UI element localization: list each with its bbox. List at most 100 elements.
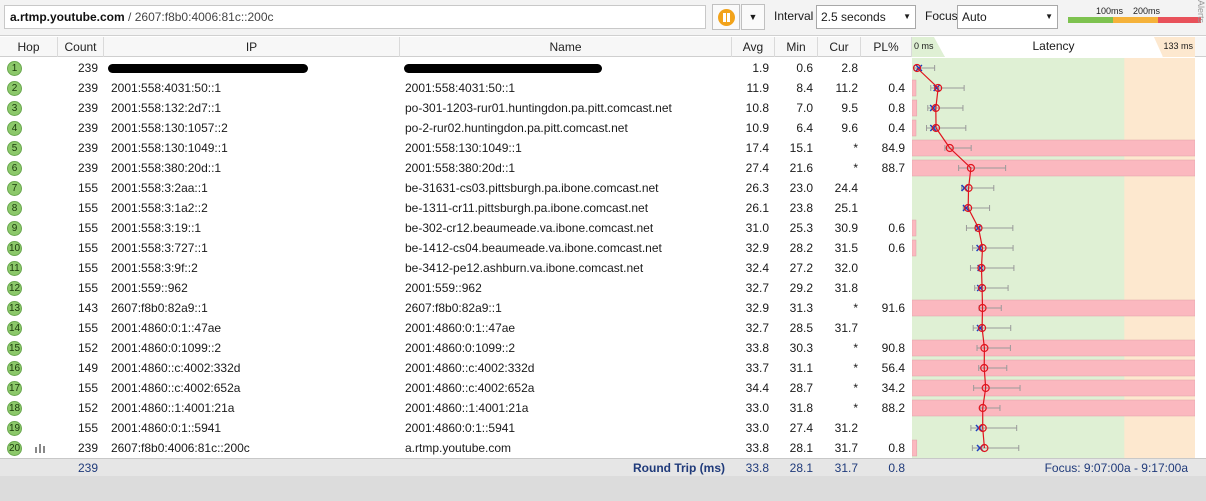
hop-ip: 2001:558:130:1049::1: [111, 141, 228, 155]
hop-number-badge: 7: [7, 181, 22, 196]
hop-name: 2001:558:380:20d::1: [405, 161, 516, 175]
hop-packet-loss: 34.2: [881, 381, 905, 395]
col-cur[interactable]: Cur: [818, 37, 861, 57]
focus-label: Focus: [925, 9, 958, 23]
hop-number-badge: 14: [7, 321, 22, 336]
pause-button[interactable]: [712, 4, 740, 30]
col-count[interactable]: Count: [58, 37, 104, 57]
hop-packet-loss: 88.2: [881, 401, 905, 415]
hop-packet-loss: [861, 178, 905, 198]
hop-packet-loss: [861, 58, 905, 78]
hop-cur: 31.2: [834, 421, 858, 435]
table-row[interactable]: 19 155 2001:4860:0:1::5941 2001:4860:0:1::5…: [0, 418, 912, 438]
hop-name: 2001:4860:0:1::5941: [405, 421, 516, 435]
col-latency[interactable]: 0 ms Latency 133 ms: [912, 37, 1195, 57]
table-row[interactable]: 6 239 2001:558:380:20d::1 2001:558:380:20d:…: [0, 158, 912, 178]
table-row[interactable]: 18 152 2001:4860::1:4001:21a 2001:4860::1:4…: [0, 398, 912, 418]
pause-icon: [717, 8, 735, 26]
options-dropdown-button[interactable]: ▼: [741, 4, 765, 30]
interval-label: Interval: [774, 9, 814, 23]
hop-name: 2607:f8b0:82a9::1: [405, 301, 502, 315]
col-name[interactable]: Name: [400, 37, 732, 57]
hop-count: 155: [77, 281, 98, 295]
hop-ip: 2001:4860:0:1099::2: [111, 341, 222, 355]
interval-select[interactable]: 2.5 seconds ▼: [816, 5, 916, 29]
focus-select[interactable]: Auto ▼: [957, 5, 1058, 29]
table-row[interactable]: 4 239 2001:558:130:1057::2 po-2-rur02.hunti…: [0, 118, 912, 138]
latency-max-label: 133 ms: [1163, 41, 1193, 51]
hop-avg: 31.0: [745, 221, 769, 235]
table-row[interactable]: 9 155 2001:558:3:19::1 be-302-cr12.beaumead…: [0, 218, 912, 238]
table-row[interactable]: 10 155 2001:558:3:727::1 be-1412-cs04.beaum…: [0, 238, 912, 258]
hop-number-badge: 8: [7, 201, 22, 216]
latency-title: Latency: [1032, 39, 1075, 53]
hop-cur: 2.8: [841, 61, 858, 75]
hop-count: 239: [77, 101, 98, 115]
target-ip: 2607:f8b0:4006:81c::200c: [134, 10, 274, 24]
table-row[interactable]: 5 239 2001:558:130:1049::1 2001:558:130:104…: [0, 138, 912, 158]
hop-avg: 11.9: [746, 81, 769, 95]
hop-number-badge: 15: [7, 341, 22, 356]
hop-number-badge: 11: [7, 261, 22, 276]
table-row[interactable]: 12 155 2001:559::962 2001:559::962 32.7 29.2 3…: [0, 278, 912, 298]
table-row[interactable]: 17 155 2001:4860::c:4002:652a 2001:4860::c:…: [0, 378, 912, 398]
hop-ip: 2001:558:3:727::1: [111, 241, 208, 255]
latency-zone-warn: [1124, 58, 1195, 458]
hop-number-badge: 10: [7, 241, 22, 256]
col-hop[interactable]: Hop: [0, 37, 58, 57]
hop-avg: 26.3: [745, 181, 769, 195]
target-address-field[interactable]: a.rtmp.youtube.com / 2607:f8b0:4006:81c:…: [4, 5, 706, 29]
hop-packet-loss: 88.7: [881, 161, 905, 175]
hop-number-badge: 5: [7, 141, 22, 156]
table-header: Hop Count IP Name Avg Min Cur PL% 0 ms L…: [0, 37, 1206, 57]
hop-packet-loss: 0.8: [888, 441, 905, 455]
hop-avg: 1.9: [752, 61, 769, 75]
alerts-tab[interactable]: Alerts: [1194, 0, 1206, 36]
packet-loss-bar: [912, 99, 918, 117]
hop-packet-loss: [861, 198, 905, 218]
empty-panel: [0, 476, 1206, 501]
table-row[interactable]: 11 155 2001:558:3:9f::2 be-3412-pe12.ashbur…: [0, 258, 912, 278]
hop-cur: *: [853, 401, 858, 415]
table-row[interactable]: 14 155 2001:4860:0:1::47ae 2001:4860:0:1::4…: [0, 318, 912, 338]
bar-chart-icon[interactable]: [34, 443, 46, 453]
hop-packet-loss: 90.8: [881, 341, 905, 355]
table-row[interactable]: 16 149 2001:4860::c:4002:332d 2001:4860::c:…: [0, 358, 912, 378]
col-ip[interactable]: IP: [104, 37, 400, 57]
hop-count: 155: [77, 321, 98, 335]
legend-200ms: 200ms: [1133, 6, 1161, 16]
hop-count: 239: [77, 161, 98, 175]
table-row[interactable]: 1 239 1.9 0.6 2.8: [0, 58, 912, 78]
table-row[interactable]: 8 155 2001:558:3:1a2::2 be-1311-cr11.pittsb…: [0, 198, 912, 218]
hop-avg: 10.8: [745, 101, 769, 115]
hop-number-badge: 18: [7, 401, 22, 416]
table-row[interactable]: 2 239 2001:558:4031:50::1 2001:558:4031:50:…: [0, 78, 912, 98]
hop-count: 152: [77, 401, 98, 415]
table-row[interactable]: 13 143 2607:f8b0:82a9::1 2607:f8b0:82a9::1 3…: [0, 298, 912, 318]
table-row[interactable]: 7 155 2001:558:3:2aa::1 be-31631-cs03.pitts…: [0, 178, 912, 198]
hop-min: 28.7: [789, 381, 813, 395]
hop-ip: 2001:558:380:20d::1: [111, 161, 222, 175]
latency-graph: [912, 58, 1195, 458]
hop-ip: 2001:558:130:1057::2: [111, 121, 228, 135]
toolbar: a.rtmp.youtube.com / 2607:f8b0:4006:81c:…: [0, 0, 1206, 36]
col-avg[interactable]: Avg: [732, 37, 775, 57]
col-pl[interactable]: PL%: [861, 37, 912, 57]
hop-name: 2001:559::962: [405, 281, 482, 295]
hop-packet-loss: [861, 258, 905, 278]
table-row[interactable]: 3 239 2001:558:132:2d7::1 po-301-1203-rur01…: [0, 98, 912, 118]
table-row[interactable]: 15 152 2001:4860:0:1099::2 2001:4860:0:1099…: [0, 338, 912, 358]
hop-number-badge: 9: [7, 221, 22, 236]
hop-min: 27.2: [789, 261, 813, 275]
hop-count: 155: [77, 241, 98, 255]
hop-ip: 2001:558:4031:50::1: [111, 81, 222, 95]
table-row[interactable]: 20 239 2607:f8b0:4006:81c::200c a.rtmp.yout…: [0, 438, 912, 458]
hop-name: 2001:558:4031:50::1: [405, 81, 516, 95]
hop-cur: 9.5: [841, 101, 858, 115]
hop-avg: 10.9: [745, 121, 769, 135]
hop-ip: 2001:4860::1:4001:21a: [111, 401, 235, 415]
col-min[interactable]: Min: [775, 37, 818, 57]
chevron-down-icon: ▼: [748, 12, 758, 22]
hop-number-badge: 20: [7, 441, 22, 456]
hop-packet-loss: 0.6: [888, 221, 905, 235]
